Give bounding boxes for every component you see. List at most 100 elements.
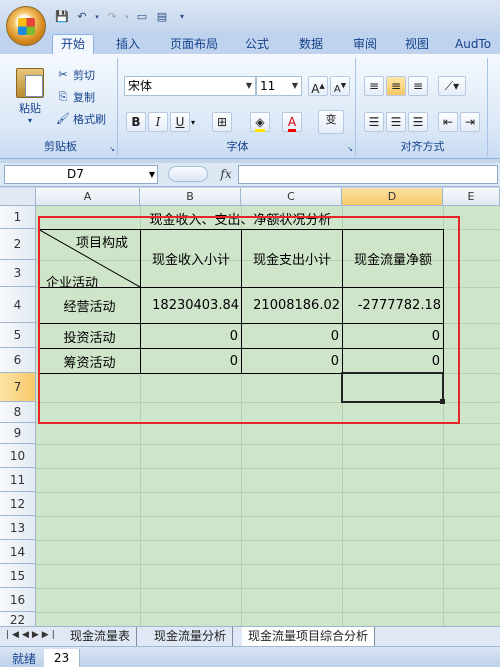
orientation-button[interactable]: ⟋▾ [438, 76, 466, 96]
row-header-23: 23 [44, 649, 80, 667]
row-header-5[interactable]: 5 [0, 323, 36, 348]
formula-input[interactable] [238, 165, 498, 184]
increase-indent-icon: ⇥ [464, 115, 476, 129]
print-icon[interactable]: ▤ [154, 10, 170, 24]
decrease-indent-icon: ⇤ [442, 115, 454, 129]
cut-button[interactable]: ✂ 剪切 [56, 66, 95, 84]
font-size-select[interactable]: 11 ▼ [256, 76, 302, 96]
name-box-dropdown-icon[interactable]: ▼ [149, 166, 155, 183]
row-header-3[interactable]: 3 [0, 260, 36, 287]
font-color-button[interactable]: A [282, 112, 302, 132]
increase-indent-button[interactable]: ⇥ [460, 112, 480, 132]
copy-icon: ⎘ [58, 90, 68, 103]
sheet-tab-2[interactable]: 现金流量分析 [148, 627, 234, 646]
row-header-7[interactable]: 7 [0, 373, 36, 402]
align-bottom-button[interactable]: ≡ [408, 76, 428, 96]
row-header-8[interactable]: 8 [0, 402, 36, 423]
office-logo-icon [18, 18, 35, 35]
align-center-button[interactable]: ☰ [386, 112, 406, 132]
clipboard-group: 粘贴 ▾ ✂ 剪切 ⎘ 复制 🖌 格式刷 剪贴板 ↘ [4, 58, 118, 156]
format-painter-button[interactable]: 🖌 格式刷 [56, 110, 106, 128]
align-center-icon: ☰ [390, 115, 402, 129]
column-header-b[interactable]: B [140, 188, 241, 206]
column-header-a[interactable]: A [36, 188, 140, 206]
align-left-button[interactable]: ☰ [364, 112, 384, 132]
tab-view[interactable]: 视图 [405, 35, 429, 54]
row-header-16[interactable]: 16 [0, 588, 36, 612]
gridline [36, 516, 500, 517]
row-header-13[interactable]: 13 [0, 516, 36, 540]
font-name-value: 宋体 [128, 79, 153, 93]
tab-page-layout[interactable]: 页面布局 [170, 35, 218, 54]
font-name-select[interactable]: 宋体 ▼ [124, 76, 256, 96]
tab-data[interactable]: 数据 [299, 35, 323, 54]
gridline [36, 540, 500, 541]
row-header-9[interactable]: 9 [0, 423, 36, 444]
new-icon[interactable]: ▭ [134, 10, 150, 24]
tab-home[interactable]: 开始 [52, 34, 95, 55]
undo-dropdown-icon[interactable]: ▾ [94, 10, 100, 24]
column-header-d[interactable]: D [342, 188, 443, 206]
row-header-4[interactable]: 4 [0, 287, 36, 323]
alignment-group: ≡ ≡ ≡ ⟋▾ ☰ ☰ ☰ ⇤ ⇥ 对齐方式 [358, 58, 488, 156]
align-right-button[interactable]: ☰ [408, 112, 428, 132]
office-button[interactable] [6, 6, 46, 46]
column-header-c[interactable]: C [241, 188, 342, 206]
copy-button[interactable]: ⎘ 复制 [56, 88, 95, 106]
title-bar: 💾 ↶ ▾ ↷ ▾ ▭ ▤ ▾ [0, 0, 500, 46]
save-icon[interactable]: 💾 [54, 10, 70, 24]
bold-button[interactable]: B [126, 112, 146, 132]
align-middle-icon: ≡ [390, 79, 402, 93]
row-header-12[interactable]: 12 [0, 492, 36, 516]
underline-button[interactable]: U [170, 112, 190, 132]
tab-audto[interactable]: AudTo [455, 35, 491, 54]
row-header-6[interactable]: 6 [0, 348, 36, 373]
sheet-tab-1[interactable]: 现金流量表 [64, 627, 138, 646]
redo-dropdown-icon[interactable]: ▾ [124, 10, 130, 24]
align-middle-button[interactable]: ≡ [386, 76, 406, 96]
gridline [36, 612, 500, 613]
tab-review[interactable]: 审阅 [353, 35, 377, 54]
redo-icon[interactable]: ↷ [104, 10, 120, 24]
insert-function-button[interactable]: fx [216, 165, 236, 184]
shrink-font-button[interactable]: A▼ [330, 76, 350, 96]
column-header-e[interactable]: E [443, 188, 500, 206]
name-box-value: D7 [67, 167, 84, 181]
sheet-nav-buttons[interactable]: |◀◀▶▶| [6, 630, 58, 640]
clipboard-launcher-icon[interactable]: ↘ [109, 145, 115, 153]
fill-color-icon: ◈ [255, 115, 265, 132]
row-header-14[interactable]: 14 [0, 540, 36, 564]
underline-dropdown-icon[interactable]: ▾ [191, 118, 195, 127]
fill-color-button[interactable]: ◈ [250, 112, 270, 132]
brush-icon: 🖌 [56, 112, 70, 125]
phonetic-button[interactable]: 变 [318, 110, 344, 134]
formula-expand-handle[interactable] [168, 166, 208, 182]
paste-button[interactable]: 粘贴 ▾ [10, 68, 50, 125]
phonetic-icon: 变 [325, 113, 337, 126]
tab-formulas[interactable]: 公式 [245, 35, 269, 54]
italic-button[interactable]: I [148, 112, 168, 132]
formula-row: D7 ▼ fx [0, 163, 500, 187]
ribbon: 粘贴 ▾ ✂ 剪切 ⎘ 复制 🖌 格式刷 剪贴板 ↘ 宋体 ▼ 11 ▼ A▲ … [0, 54, 500, 159]
tab-insert[interactable]: 插入 [116, 35, 140, 54]
name-box[interactable]: D7 ▼ [4, 165, 158, 184]
sheet-tab-3[interactable]: 现金流量项目综合分析 [242, 627, 376, 646]
font-group: 宋体 ▼ 11 ▼ A▲ A▼ B I U ▾ ⊞ ◈ A 变 字体 ↘ [120, 58, 356, 156]
row-header-15[interactable]: 15 [0, 564, 36, 588]
grow-font-button[interactable]: A▲ [308, 76, 328, 96]
decrease-indent-button[interactable]: ⇤ [438, 112, 458, 132]
row-header-1[interactable]: 1 [0, 206, 36, 229]
font-launcher-icon[interactable]: ↘ [347, 145, 353, 153]
font-group-label: 字体 [226, 140, 249, 153]
borders-button[interactable]: ⊞ [212, 112, 232, 132]
undo-icon[interactable]: ↶ [74, 10, 90, 24]
row-header-11[interactable]: 11 [0, 468, 36, 492]
select-all-corner[interactable] [0, 188, 36, 206]
row-header-10[interactable]: 10 [0, 444, 36, 468]
gridline [36, 588, 500, 589]
paste-label: 粘贴 [19, 102, 41, 115]
customize-qat-icon[interactable]: ▾ [174, 10, 190, 24]
row-header-2[interactable]: 2 [0, 229, 36, 260]
align-top-button[interactable]: ≡ [364, 76, 384, 96]
align-left-icon: ☰ [368, 115, 380, 129]
